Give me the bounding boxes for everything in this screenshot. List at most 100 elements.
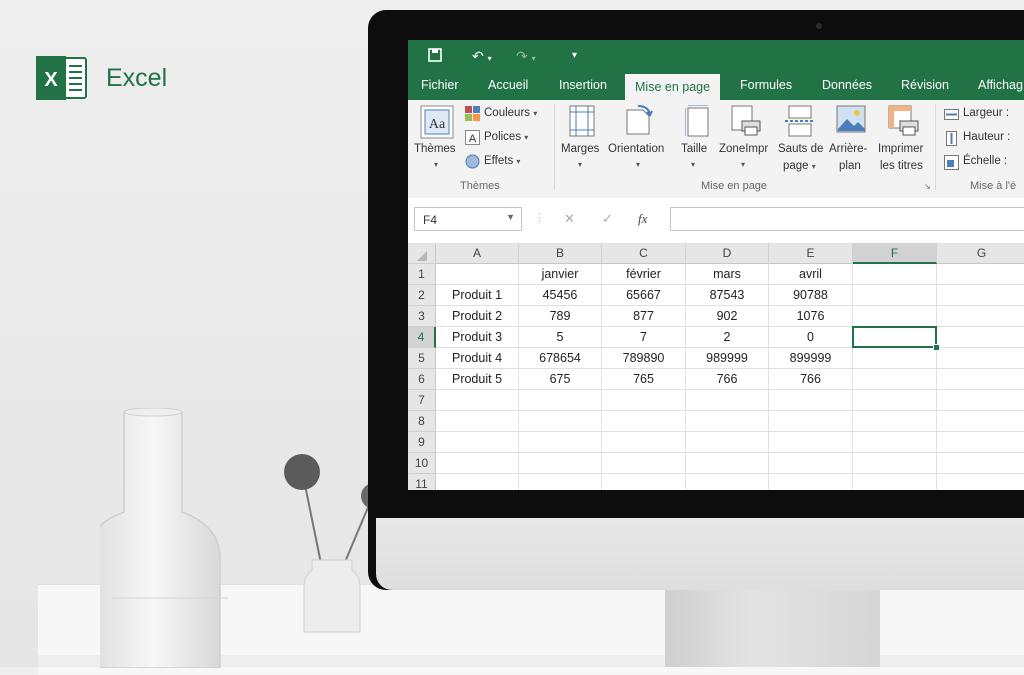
cell-c6[interactable]: 765 (602, 369, 686, 390)
cell-e9[interactable] (769, 432, 853, 453)
cell-g2[interactable] (937, 285, 1024, 306)
undo-icon[interactable]: ↶ ▾ (472, 48, 492, 67)
cell-d9[interactable] (686, 432, 769, 453)
tab-insertion[interactable]: Insertion (559, 78, 607, 92)
row-header-10[interactable]: 10 (408, 453, 436, 474)
row-header-8[interactable]: 8 (408, 411, 436, 432)
colors-button[interactable]: Couleurs ▾ (484, 107, 537, 119)
cell-a8[interactable] (436, 411, 519, 432)
cell-d1[interactable]: mars (686, 264, 769, 285)
cell-f8[interactable] (853, 411, 937, 432)
cell-c2[interactable]: 65667 (602, 285, 686, 306)
column-header-a[interactable]: A (436, 243, 519, 264)
margins-button[interactable]: Marges (561, 143, 599, 155)
orientation-button[interactable]: Orientation (608, 143, 664, 155)
cell-d7[interactable] (686, 390, 769, 411)
cell-e7[interactable] (769, 390, 853, 411)
name-box[interactable]: F4 ▼ (414, 207, 522, 231)
cell-c10[interactable] (602, 453, 686, 474)
width-label[interactable]: Largeur : (963, 107, 1009, 119)
customize-icon[interactable]: ▾ (572, 48, 577, 64)
cell-f5[interactable] (853, 348, 937, 369)
cell-f11[interactable] (853, 474, 937, 490)
column-header-f[interactable]: F (853, 243, 937, 264)
cell-f6[interactable] (853, 369, 937, 390)
column-header-d[interactable]: D (686, 243, 769, 264)
cancel-icon[interactable]: ✕ (564, 211, 575, 227)
tab-accueil[interactable]: Accueil (488, 78, 528, 92)
cell-b2[interactable]: 45456 (519, 285, 602, 306)
themes-button[interactable]: Thèmes (414, 143, 456, 155)
cell-e8[interactable] (769, 411, 853, 432)
cell-c1[interactable]: février (602, 264, 686, 285)
row-header-3[interactable]: 3 (408, 306, 436, 327)
effects-button[interactable]: Effets ▾ (484, 155, 520, 167)
cell-b8[interactable] (519, 411, 602, 432)
cell-g7[interactable] (937, 390, 1024, 411)
cell-a4[interactable]: Produit 3 (436, 327, 519, 348)
row-header-5[interactable]: 5 (408, 348, 436, 369)
cell-a9[interactable] (436, 432, 519, 453)
cell-d2[interactable]: 87543 (686, 285, 769, 306)
row-header-6[interactable]: 6 (408, 369, 436, 390)
cell-d4[interactable]: 2 (686, 327, 769, 348)
cell-b5[interactable]: 678654 (519, 348, 602, 369)
column-header-e[interactable]: E (769, 243, 853, 264)
cell-d6[interactable]: 766 (686, 369, 769, 390)
cell-g3[interactable] (937, 306, 1024, 327)
cell-c5[interactable]: 789890 (602, 348, 686, 369)
cell-b6[interactable]: 675 (519, 369, 602, 390)
cell-d5[interactable]: 989999 (686, 348, 769, 369)
cell-e10[interactable] (769, 453, 853, 474)
row-header-11[interactable]: 11 (408, 474, 436, 490)
cell-f2[interactable] (853, 285, 937, 306)
cell-e11[interactable] (769, 474, 853, 490)
fill-handle[interactable] (933, 344, 940, 351)
cell-a10[interactable] (436, 453, 519, 474)
scale-label[interactable]: Échelle : (963, 155, 1007, 167)
tab-affichage[interactable]: Affichag (978, 78, 1023, 92)
breaks-button[interactable]: Sauts de (778, 143, 823, 155)
cell-e2[interactable]: 90788 (769, 285, 853, 306)
tab-mise-en-page[interactable]: Mise en page (625, 74, 721, 100)
cell-a5[interactable]: Produit 4 (436, 348, 519, 369)
column-header-c[interactable]: C (602, 243, 686, 264)
formula-input[interactable] (670, 207, 1024, 231)
cell-c9[interactable] (602, 432, 686, 453)
cell-b1[interactable]: janvier (519, 264, 602, 285)
chevron-down-icon[interactable]: ▼ (506, 212, 515, 222)
cell-g9[interactable] (937, 432, 1024, 453)
cell-a1[interactable] (436, 264, 519, 285)
row-header-9[interactable]: 9 (408, 432, 436, 453)
cell-b9[interactable] (519, 432, 602, 453)
tab-fichier[interactable]: Fichier (421, 78, 459, 92)
row-header-1[interactable]: 1 (408, 264, 436, 285)
cell-d8[interactable] (686, 411, 769, 432)
redo-icon[interactable]: ↷ ▾ (516, 48, 536, 67)
tab-donnees[interactable]: Données (822, 78, 872, 92)
themes-icon[interactable]: Aa (420, 105, 454, 144)
cell-a2[interactable]: Produit 1 (436, 285, 519, 306)
cell-b7[interactable] (519, 390, 602, 411)
cell-f10[interactable] (853, 453, 937, 474)
cell-f7[interactable] (853, 390, 937, 411)
column-header-b[interactable]: B (519, 243, 602, 264)
cell-f1[interactable] (853, 264, 937, 285)
cell-d3[interactable]: 902 (686, 306, 769, 327)
tab-revision[interactable]: Révision (901, 78, 949, 92)
cell-a11[interactable] (436, 474, 519, 490)
cell-f9[interactable] (853, 432, 937, 453)
save-icon[interactable] (428, 48, 442, 65)
dialog-launcher-icon[interactable]: ↘ (924, 182, 931, 191)
row-header-2[interactable]: 2 (408, 285, 436, 306)
cell-e4[interactable]: 0 (769, 327, 853, 348)
cell-d10[interactable] (686, 453, 769, 474)
cell-b10[interactable] (519, 453, 602, 474)
cell-g8[interactable] (937, 411, 1024, 432)
cell-d11[interactable] (686, 474, 769, 490)
cell-c7[interactable] (602, 390, 686, 411)
print-area-button[interactable]: ZoneImpr (719, 143, 768, 155)
cell-g1[interactable] (937, 264, 1024, 285)
row-header-7[interactable]: 7 (408, 390, 436, 411)
cell-a3[interactable]: Produit 2 (436, 306, 519, 327)
